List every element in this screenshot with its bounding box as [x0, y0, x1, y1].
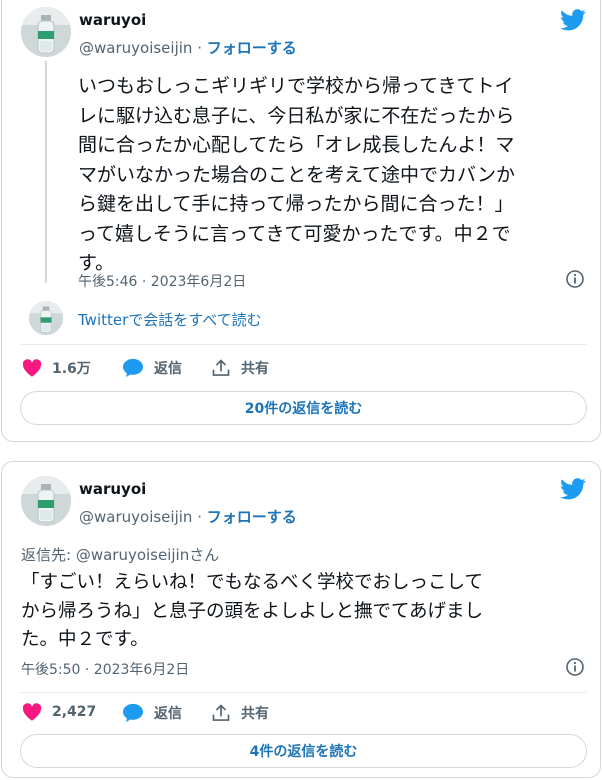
tweet-text-line: 間に合ったか心配してたら「オレ成長したんよ！マ [78, 134, 515, 156]
timestamp[interactable]: 午後5:46 · 2023年6月2日 [78, 271, 246, 291]
thread-line [45, 61, 47, 283]
share-button[interactable]: 共有 [211, 358, 269, 378]
avatar[interactable] [21, 7, 71, 57]
reply-bubble-icon [123, 358, 143, 378]
reply-button[interactable]: 返信 [122, 358, 182, 378]
divider [20, 344, 586, 345]
author-name[interactable]: waruyoi [79, 480, 146, 498]
reply-to-label[interactable]: 返信先: @waruyoiseijinさん [21, 544, 219, 565]
heart-icon [22, 359, 42, 377]
reply-label: 返信 [154, 361, 182, 377]
tweet-card: waruyoi @waruyoiseijin · フォローする いつもおしっこギ… [1, 0, 601, 442]
divider [20, 692, 586, 693]
share-label: 共有 [241, 361, 269, 377]
info-icon[interactable] [565, 657, 585, 677]
separator: · [197, 508, 202, 526]
share-label: 共有 [241, 706, 269, 722]
read-conversation-link[interactable]: Twitterで会話をすべて読む [78, 309, 262, 330]
info-icon[interactable] [565, 269, 585, 289]
reply-label: 返信 [154, 706, 182, 722]
timestamp[interactable]: 午後5:50 · 2023年6月2日 [21, 659, 189, 679]
author-handle-line: @waruyoiseijin · フォローする [79, 37, 297, 58]
share-button[interactable]: 共有 [211, 703, 269, 723]
tweet-text: 「すごい！えらいね！でもなるべく学校でおしっこして から帰ろうね」と息子の頭をよ… [21, 569, 483, 655]
tweet-text-line: から帰ろうね」と息子の頭をよしよしと撫でてあげまし [21, 600, 483, 622]
tweet-text-line: レに駆け込む息子に、今日私が家に不在だったから [78, 104, 515, 127]
author-handle[interactable]: @waruyoiseijin [79, 508, 192, 526]
tweet-text-line: た。中２です。 [21, 629, 149, 650]
avatar[interactable] [21, 476, 71, 526]
tweet-card: waruyoi @waruyoiseijin · フォローする 返信先: @wa… [1, 461, 601, 778]
like-button[interactable]: 1.6万 [22, 358, 91, 378]
follow-button[interactable]: フォローする [207, 508, 297, 526]
like-count: 2,427 [52, 704, 97, 720]
reply-button[interactable]: 返信 [122, 703, 182, 723]
follow-button[interactable]: フォローする [207, 39, 297, 57]
twitter-bird-icon[interactable] [560, 9, 586, 31]
reply-bubble-icon [123, 703, 143, 723]
read-replies-button[interactable]: 20件の返信を読む [20, 391, 587, 425]
like-count: 1.6万 [52, 361, 91, 377]
tweet-text-line: いつもおしっこギリギリで学校から帰ってきてトイ [78, 75, 514, 97]
twitter-bird-icon[interactable] [560, 478, 586, 500]
tweet-text-line: って嬉しそうに言ってきて可愛かったです。中２で [78, 222, 511, 245]
tweet-text-line: ら鍵を出して手に持って帰ったから間に合った！」 [78, 193, 514, 215]
avatar-small[interactable] [29, 301, 63, 335]
share-icon [212, 359, 230, 376]
like-button[interactable]: 2,427 [22, 703, 96, 721]
tweet-text-line: 「すごい！えらいね！でもなるべく学校でおしっこして [21, 572, 483, 593]
tweet-text: いつもおしっこギリギリで学校から帰ってきてトイ レに駆け込む息子に、今日私が家に… [78, 72, 515, 279]
separator: · [197, 39, 202, 57]
author-handle-line: @waruyoiseijin · フォローする [79, 506, 297, 527]
heart-icon [22, 703, 42, 721]
read-replies-button[interactable]: 4件の返信を読む [20, 734, 587, 768]
author-name[interactable]: waruyoi [79, 11, 146, 29]
tweet-text-line: マがいなかった場合のことを考えて途中でカバンか [78, 163, 516, 186]
share-icon [212, 704, 230, 721]
author-handle[interactable]: @waruyoiseijin [79, 39, 192, 57]
